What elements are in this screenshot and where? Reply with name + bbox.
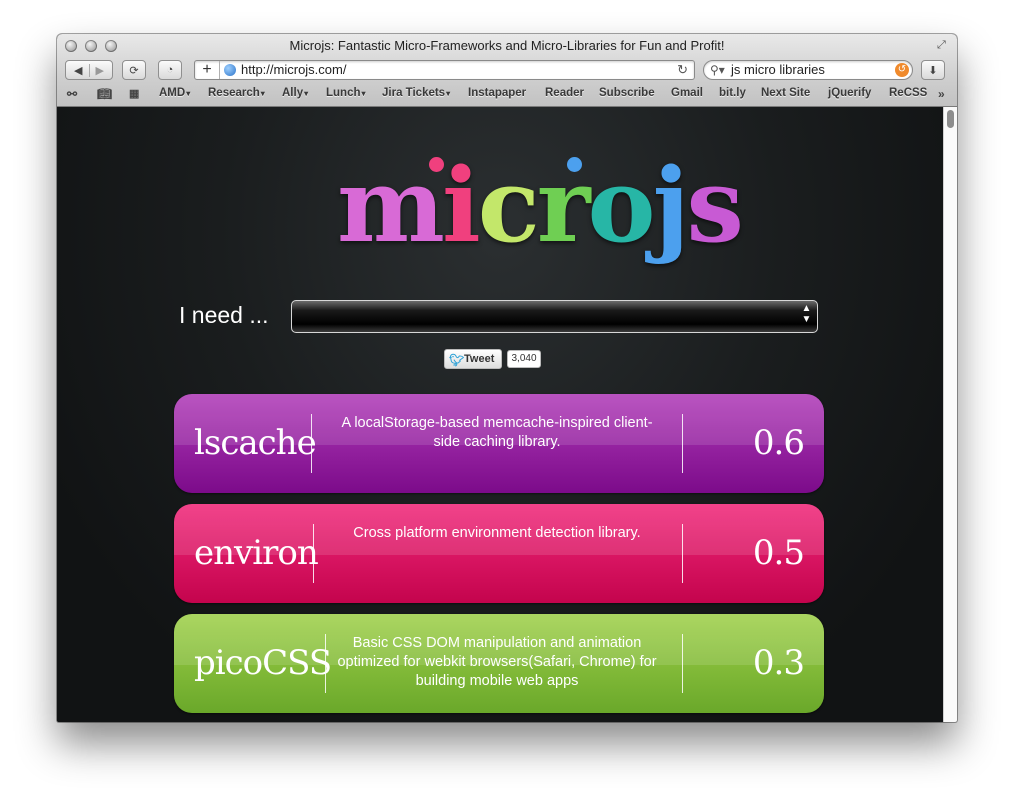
bookmark-item[interactable]: Lunch▾ (326, 87, 366, 99)
library-name[interactable]: picoCSS (194, 614, 332, 713)
browser-window: Microjs: Fantastic Micro-Frameworks and … (57, 34, 957, 722)
bookmark-item[interactable]: ReCSS (889, 87, 927, 99)
tweet-count[interactable]: 3,040 (507, 350, 541, 368)
bookmark-item[interactable]: Ally▾ (282, 87, 308, 99)
card-divider (682, 414, 683, 473)
top-sites-grid-icon[interactable]: ▦ (129, 87, 139, 100)
bookmark-label: Next Site (761, 87, 811, 99)
bookmark-label: AMD (159, 87, 186, 99)
bookmarks-bar: ⚯ 📖︎ ▦ AMD▾ Research▾ Ally▾ Lunch▾ Jira Tick… (57, 84, 957, 104)
bookmark-label: Instapaper (468, 87, 527, 99)
back-arrow-icon[interactable]: ◀ (74, 63, 90, 77)
page-content: microjs I need ... ▲ ▼ 🐦︎ Tweet 3,040 lsc… (57, 107, 943, 722)
chevron-down-icon: ▾ (304, 89, 309, 98)
snapback-icon[interactable]: ↺ (895, 63, 909, 77)
select-arrows-icon: ▲ ▼ (801, 303, 812, 325)
browser-toolbar: Microjs: Fantastic Micro-Frameworks and … (57, 34, 957, 107)
library-size: 0.3 kB (752, 643, 805, 683)
bookmark-item[interactable]: Research▾ (208, 87, 265, 99)
logo-letter: c (477, 146, 540, 266)
bookmark-item[interactable]: Reader (545, 87, 584, 99)
search-field[interactable]: ⚲▾ js micro libraries ↺ (703, 60, 913, 80)
logo-letter: o (587, 146, 656, 266)
need-label: I need ... (179, 302, 269, 328)
bookmark-item[interactable]: Gmail (671, 87, 703, 99)
bookmark-label: jQuerify (828, 87, 872, 99)
add-bookmark-icon[interactable]: + (195, 61, 220, 79)
tweet-label: Tweet (464, 353, 495, 365)
chevron-down-icon: ▾ (361, 89, 366, 98)
bookmark-label: Research (208, 87, 260, 99)
url-text[interactable]: http://microjs.com/ (241, 61, 346, 79)
microjs-logo[interactable]: microjs (337, 141, 744, 271)
bookmark-label: Lunch (326, 87, 361, 99)
reload-page-button[interactable]: ⟳ (122, 60, 146, 80)
vertical-scrollbar[interactable] (943, 107, 957, 722)
library-size: 0.6 kB (752, 423, 805, 463)
card-divider (311, 414, 312, 473)
library-type-select[interactable]: ▲ ▼ (291, 300, 818, 333)
bookmark-label: Ally (282, 87, 304, 99)
tweet-button[interactable]: 🐦︎ Tweet (444, 349, 502, 369)
logo-letter: s (686, 146, 744, 266)
refresh-icon: ⟳ (129, 64, 139, 77)
clock-icon: ◔ (166, 64, 174, 76)
bookmark-item[interactable]: AMD▾ (159, 87, 190, 99)
card-divider (325, 634, 326, 693)
book-icon[interactable]: 📖︎ (97, 87, 112, 101)
close-window-button[interactable] (65, 40, 77, 52)
bookmark-item[interactable]: bit.ly (719, 87, 746, 99)
logo-dot-j (567, 157, 582, 172)
bookmark-label: ReCSS (889, 87, 928, 99)
bookmark-label: bit.ly (719, 87, 746, 99)
download-icon: ⬇ (928, 64, 938, 77)
window-title: Microjs: Fantastic Micro-Frameworks and … (289, 38, 725, 53)
scroll-thumb[interactable] (947, 110, 954, 128)
reading-glasses-icon[interactable]: ⚯ (67, 87, 77, 101)
bookmark-item[interactable]: Jira Tickets▾ (382, 87, 450, 99)
history-button[interactable]: ◔ (158, 60, 182, 80)
chevron-down-icon: ▾ (186, 89, 191, 98)
bookmark-label: Gmail (671, 87, 703, 99)
library-name[interactable]: lscache (194, 394, 317, 493)
logo-letter: j (652, 146, 690, 266)
library-name[interactable]: environ (194, 504, 319, 603)
chevron-down-icon: ▾ (446, 89, 451, 98)
downloads-button[interactable]: ⬇ (921, 60, 945, 80)
library-size: 0.5 kB (752, 533, 805, 573)
fullscreen-icon[interactable]: ⤢ (937, 39, 949, 51)
chevron-down-icon: ▾ (260, 89, 265, 98)
minimize-window-button[interactable] (85, 40, 97, 52)
card-divider (682, 634, 683, 693)
bookmark-item[interactable]: Subscribe (599, 87, 655, 99)
address-bar[interactable]: + http://microjs.com/ ↻ (194, 60, 695, 80)
logo-letter: i (441, 146, 481, 266)
logo-dot-i (429, 157, 444, 172)
bookmark-item[interactable]: jQuerify (828, 87, 871, 99)
library-card-environ[interactable]: environ Cross platform environment detect… (174, 504, 824, 603)
twitter-bird-icon: 🐦︎ (449, 353, 465, 367)
library-card-picocss[interactable]: picoCSS Basic CSS DOM manipulation and an… (174, 614, 824, 713)
bookmark-item[interactable]: Instapaper (468, 87, 526, 99)
card-divider (682, 524, 683, 583)
bookmark-label: Reader (545, 87, 584, 99)
bookmark-label: Jira Tickets (382, 87, 446, 99)
more-bookmarks-icon[interactable]: » (938, 87, 945, 101)
library-description: Basic CSS DOM manipulation and animation… (337, 635, 657, 689)
zoom-window-button[interactable] (105, 40, 117, 52)
globe-icon (224, 64, 236, 76)
reload-icon[interactable]: ↻ (677, 61, 688, 79)
library-card-lscache[interactable]: lscache A localStorage-based memcache-ins… (174, 394, 824, 493)
bookmark-item[interactable]: Next Site (761, 87, 810, 99)
card-divider (313, 524, 314, 583)
forward-arrow-icon[interactable]: ▶ (90, 64, 104, 77)
search-icon[interactable]: ⚲▾ (710, 61, 725, 79)
search-query[interactable]: js micro libraries (731, 62, 825, 77)
logo-letter: m (337, 146, 445, 266)
library-description: Cross platform environment detection lib… (353, 525, 641, 541)
bookmark-label: Subscribe (599, 87, 655, 99)
back-forward-buttons[interactable]: ◀ ▶ (65, 60, 113, 80)
library-description: A localStorage-based memcache-inspired c… (341, 415, 653, 450)
